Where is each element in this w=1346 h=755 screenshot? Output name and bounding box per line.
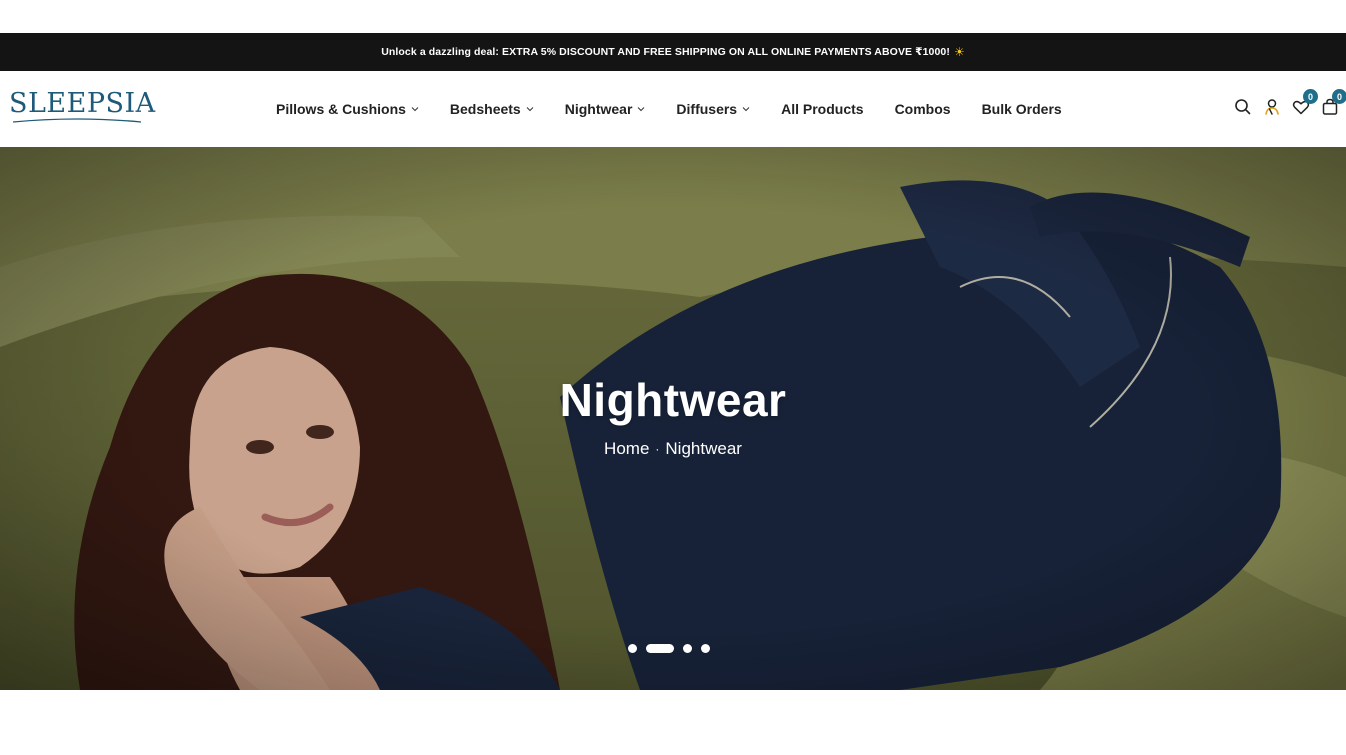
chevron-down-icon <box>638 107 645 112</box>
chevron-down-icon <box>411 107 419 112</box>
breadcrumb-separator: · <box>655 442 660 456</box>
logo-text: SLEEPSIA <box>9 88 156 119</box>
wishlist-count-badge: 0 <box>1303 89 1318 104</box>
nav-item-label: Nightwear <box>564 101 633 117</box>
sun-emoji-icon: ☀ <box>953 45 965 59</box>
nav-item-label: Bedsheets <box>449 101 521 117</box>
breadcrumb-home-link[interactable]: Home <box>604 439 649 459</box>
nav-item-combos[interactable]: Combos <box>895 101 951 117</box>
site-header: SLEEPSIA Pillows & Cushions Bedsheets Ni… <box>0 71 1346 147</box>
slider-pagination <box>628 644 719 653</box>
sleepsia-logo[interactable]: SLEEPSIA <box>9 89 155 129</box>
announcement-text: Unlock a dazzling deal: EXTRA 5% DISCOUN… <box>381 46 950 58</box>
slide-dot[interactable] <box>628 644 637 653</box>
nav-item-nightwear[interactable]: Nightwear <box>565 101 646 117</box>
top-spacer <box>0 0 1346 33</box>
nav-item-label: Bulk Orders <box>981 101 1062 117</box>
main-nav: Pillows & Cushions Bedsheets Nightwear D… <box>276 71 1093 147</box>
nav-item-label: Pillows & Cushions <box>276 101 406 117</box>
account-button[interactable] <box>1262 97 1282 117</box>
nav-item-label: Combos <box>894 101 951 117</box>
user-icon <box>1265 99 1279 115</box>
breadcrumb: Home · Nightwear <box>0 439 1346 459</box>
nav-item-label: Diffusers <box>676 101 738 117</box>
slide-dot[interactable] <box>701 644 710 653</box>
nav-item-bedsheets[interactable]: Bedsheets <box>450 101 534 117</box>
logo-swoosh-icon <box>12 118 142 123</box>
hero-banner: Nightwear Home · Nightwear <box>0 147 1346 690</box>
nav-item-bulk-orders[interactable]: Bulk Orders <box>982 101 1062 117</box>
slide-dot[interactable] <box>683 644 692 653</box>
hero-title: Nightwear <box>559 374 787 426</box>
header-actions: 0 0 <box>1224 89 1346 117</box>
nav-item-label: All Products <box>781 101 864 117</box>
announcement-bar: Unlock a dazzling deal: EXTRA 5% DISCOUN… <box>0 33 1346 71</box>
breadcrumb-current: Nightwear <box>665 439 742 458</box>
nav-item-diffusers[interactable]: Diffusers <box>676 101 750 117</box>
chevron-down-icon <box>742 107 750 112</box>
nav-item-all-products[interactable]: All Products <box>781 101 863 117</box>
slide-dot-active[interactable] <box>646 644 674 653</box>
cart-count-badge: 0 <box>1332 89 1346 104</box>
chevron-down-icon <box>526 107 534 112</box>
search-button[interactable] <box>1233 97 1253 117</box>
search-icon <box>1235 99 1251 115</box>
wishlist-button[interactable]: 0 <box>1291 89 1318 117</box>
cart-button[interactable]: 0 <box>1320 89 1346 117</box>
nav-item-pillows-cushions[interactable]: Pillows & Cushions <box>276 101 419 117</box>
